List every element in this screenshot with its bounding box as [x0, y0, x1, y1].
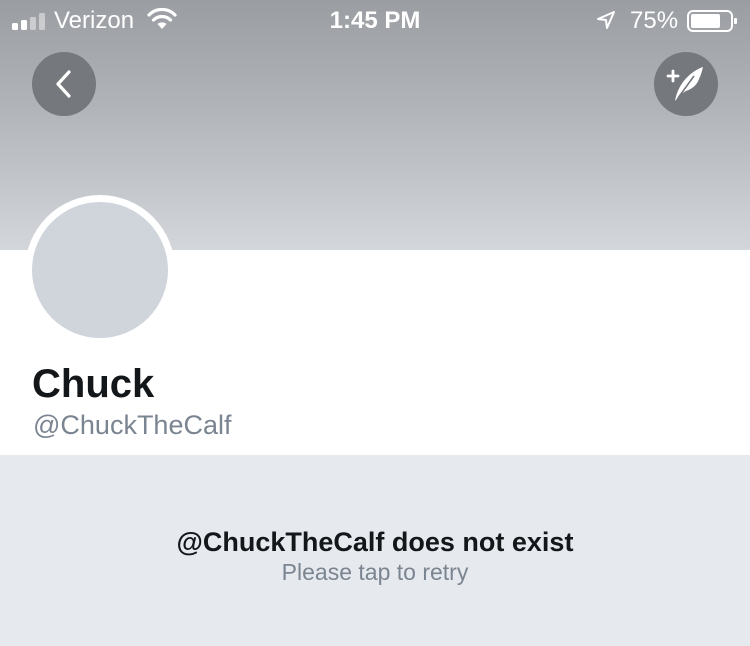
chevron-left-icon	[56, 70, 71, 98]
retry-prompt[interactable]: Please tap to retry	[0, 559, 750, 586]
compose-tweet-icon	[666, 67, 703, 101]
profile-handle: @ChuckTheCalf	[33, 410, 232, 440]
location-arrow-icon	[597, 11, 615, 29]
profile-display-name: Chuck	[32, 362, 155, 406]
battery-percent: 75%	[630, 7, 679, 34]
avatar[interactable]	[32, 202, 168, 338]
compose-tweet-button[interactable]	[654, 52, 718, 116]
error-title: @ChuckTheCalf does not exist	[176, 527, 574, 557]
back-button[interactable]	[32, 52, 96, 116]
battery-icon	[687, 10, 737, 32]
status-bar: Verizon 1:45 PM 75%	[0, 0, 750, 40]
